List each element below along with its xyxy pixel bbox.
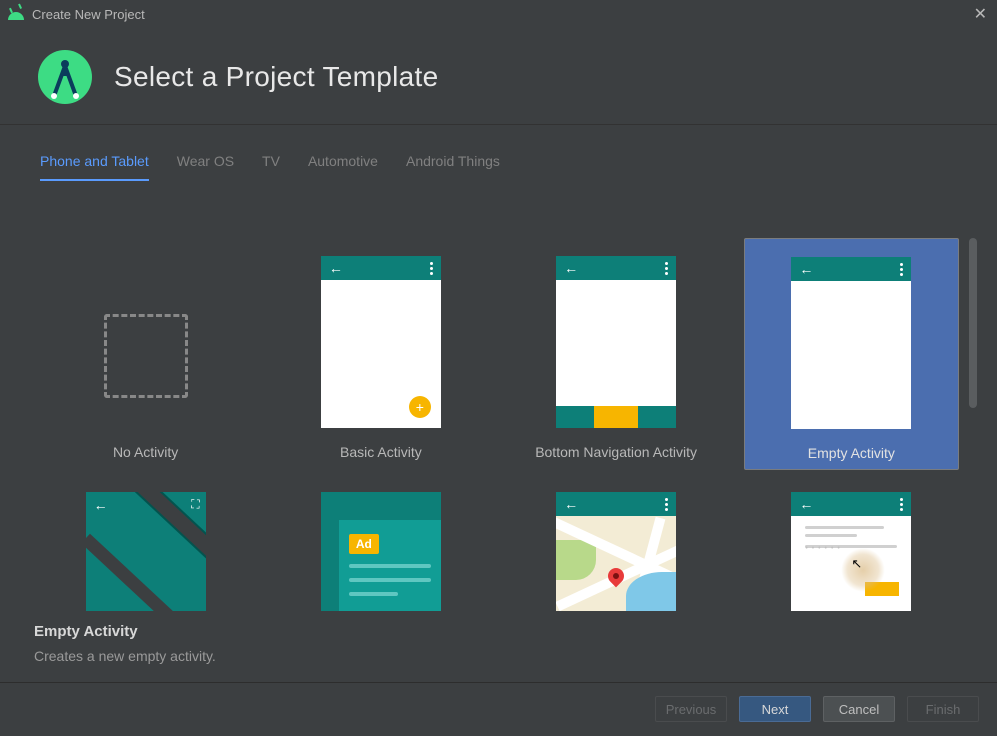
window-title: Create New Project [32,7,145,22]
back-arrow-icon: ← [329,260,343,276]
map-pin-icon [608,568,624,584]
category-tabs: Phone and Tablet Wear OS TV Automotive A… [0,153,997,181]
template-bottom-navigation-activity[interactable]: ← Bottom Navigation Activity [509,238,724,470]
back-arrow-icon: ← [564,496,578,512]
page-title: Select a Project Template [114,61,438,93]
template-thumbnail: Ad [321,492,441,611]
header: Select a Project Template [0,28,997,124]
tab-tv[interactable]: TV [262,153,280,181]
template-login-activity[interactable]: ← • • • • • • ↖ Login Activity [744,486,959,611]
more-icon [900,263,903,276]
template-thumbnail: ← [791,257,911,429]
more-icon [430,262,433,275]
fab-icon: + [409,396,431,418]
template-thumbnail: ← [556,492,676,611]
back-arrow-icon: ← [564,260,578,276]
android-studio-logo-icon [38,50,92,104]
template-no-activity[interactable]: No Activity [38,238,253,470]
cancel-button[interactable]: Cancel [823,696,895,722]
back-arrow-icon: ← [799,261,813,277]
back-arrow-icon: ← [799,496,813,512]
titlebar: Create New Project ✕ [0,0,997,28]
selection-description: Empty Activity Creates a new empty activ… [34,623,216,664]
selected-template-description: Creates a new empty activity. [34,648,216,664]
ad-badge: Ad [349,534,379,554]
tab-phone-and-tablet[interactable]: Phone and Tablet [40,153,149,181]
next-button[interactable]: Next [739,696,811,722]
template-admob-activity[interactable]: Ad Google AdMob Ads Activity [273,486,488,611]
close-icon[interactable]: ✕ [974,4,987,24]
template-thumbnail: ← • • • • • • ↖ [791,492,911,611]
selected-template-title: Empty Activity [34,623,216,640]
more-icon [665,498,668,511]
more-icon [665,262,668,275]
tab-android-things[interactable]: Android Things [406,153,500,181]
more-icon [900,498,903,511]
tab-automotive[interactable]: Automotive [308,153,378,181]
template-thumbnail [86,256,206,428]
scrollbar[interactable] [969,238,977,408]
template-label: Basic Activity [340,444,422,460]
tab-wear-os[interactable]: Wear OS [177,153,234,181]
template-google-maps-activity[interactable]: ← Google Maps Activity [509,486,724,611]
template-thumbnail: ← + [321,256,441,428]
template-thumbnail: ← ⛶ [86,492,206,611]
finish-button[interactable]: Finish [907,696,979,722]
template-empty-activity[interactable]: ← Empty Activity [744,238,959,470]
dialog-footer: Previous Next Cancel Finish [655,696,979,722]
dialog-body: Select a Project Template Phone and Tabl… [0,28,997,736]
template-grid-scroll[interactable]: No Activity ← + Basic Activity ← [30,238,967,611]
template-label: Bottom Navigation Activity [535,444,697,460]
template-fullscreen-activity[interactable]: ← ⛶ Fullscreen Activity [38,486,253,611]
template-basic-activity[interactable]: ← + Basic Activity [273,238,488,470]
template-label: No Activity [113,444,178,460]
fullscreen-icon: ⛶ [191,497,199,512]
divider [0,124,997,125]
back-arrow-icon: ← [94,497,108,513]
template-label: Empty Activity [808,445,895,461]
android-icon [8,8,24,20]
template-thumbnail: ← [556,256,676,428]
previous-button[interactable]: Previous [655,696,727,722]
cursor-icon: ↖ [851,556,862,572]
